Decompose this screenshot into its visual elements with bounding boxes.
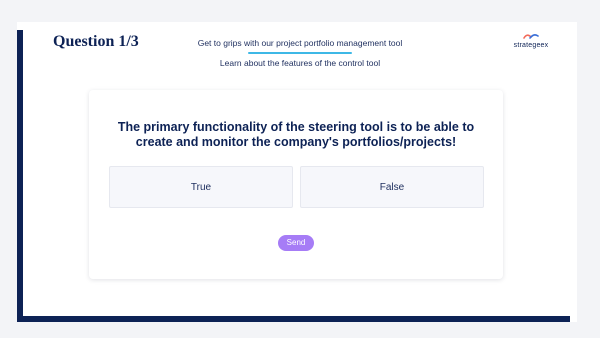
answer-option-true[interactable]: True	[109, 166, 293, 208]
logo-text: strategeex	[513, 42, 549, 49]
answer-label: False	[379, 181, 405, 193]
question-counter-title: Question 1/3	[53, 33, 139, 50]
logo-mark-icon	[523, 34, 539, 39]
frame-left-border	[17, 30, 23, 322]
nav-active-underline	[248, 52, 352, 54]
answer-label: True	[190, 181, 212, 193]
frame-bottom-border	[17, 316, 570, 322]
answer-option-false[interactable]: False	[300, 166, 484, 208]
nav-link-control-tool[interactable]: Learn about the features of the control …	[186, 58, 414, 68]
send-button[interactable]: Send	[278, 235, 314, 251]
nav-link-portfolio-tool[interactable]: Get to grips with our project portfolio …	[186, 38, 414, 48]
question-text: The primary functionality of the steerin…	[117, 120, 475, 149]
strategeex-logo: strategeex	[506, 32, 556, 54]
question-card: The primary functionality of the steerin…	[89, 90, 503, 279]
